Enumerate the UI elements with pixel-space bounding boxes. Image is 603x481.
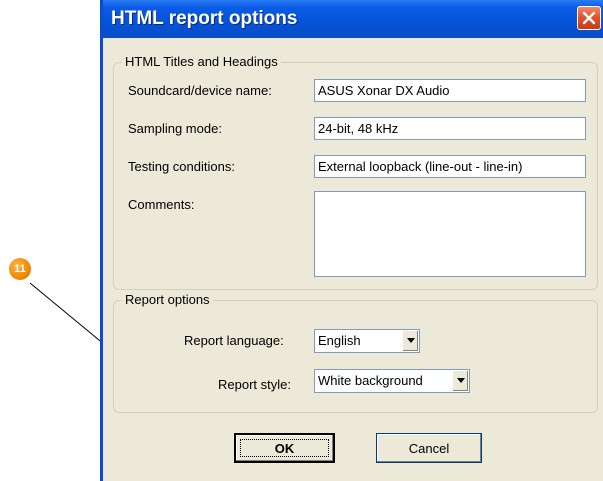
testing-conditions-field[interactable]: External loopback (line-out - line-in): [314, 155, 586, 178]
dialog-title: HTML report options: [111, 8, 298, 29]
html-report-options-dialog: HTML report options HTML Titles and Head…: [100, 0, 603, 481]
comments-field[interactable]: [314, 191, 586, 277]
report-style-select[interactable]: White background: [314, 369, 470, 393]
device-name-field[interactable]: ASUS Xonar DX Audio: [314, 79, 586, 102]
report-language-label: Report language:: [184, 333, 284, 348]
ok-button[interactable]: OK: [234, 433, 335, 463]
report-style-dropdown-button[interactable]: [452, 371, 468, 391]
focus-rectangle: [240, 439, 329, 457]
close-button[interactable]: [577, 6, 601, 30]
callout-number: 11: [14, 263, 26, 275]
testing-conditions-label: Testing conditions:: [128, 159, 235, 174]
report-style-value: White background: [318, 373, 423, 388]
cancel-button[interactable]: Cancel: [376, 433, 482, 463]
sampling-mode-label: Sampling mode:: [128, 121, 222, 136]
html-titles-legend: HTML Titles and Headings: [122, 54, 281, 69]
callout-badge: 11: [9, 258, 31, 280]
report-options-legend: Report options: [122, 292, 213, 307]
cancel-button-label: Cancel: [408, 440, 450, 456]
device-name-label: Soundcard/device name:: [128, 83, 272, 98]
report-language-value: English: [318, 333, 361, 348]
report-style-label: Report style:: [218, 377, 291, 392]
close-icon: [582, 11, 596, 25]
html-titles-group: HTML Titles and Headings Soundcard/devic…: [113, 54, 598, 290]
report-language-select[interactable]: English: [314, 329, 420, 353]
chevron-down-icon: [457, 378, 465, 383]
comments-label: Comments:: [128, 197, 195, 212]
report-options-group: Report options Report language: English …: [113, 292, 598, 413]
chevron-down-icon: [407, 338, 415, 343]
report-language-dropdown-button[interactable]: [402, 331, 418, 351]
title-bar[interactable]: HTML report options: [103, 0, 603, 38]
sampling-mode-field[interactable]: 24-bit, 48 kHz: [314, 117, 586, 140]
